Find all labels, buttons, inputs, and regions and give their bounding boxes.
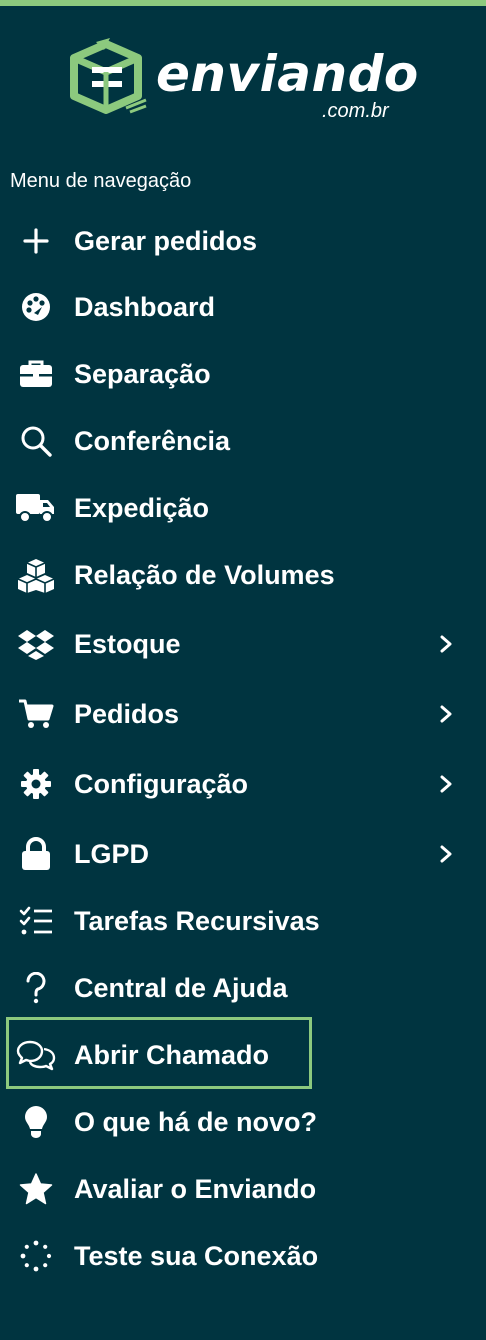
nav-item-estoque[interactable]: Estoque [0, 619, 486, 669]
chevron-right-icon [436, 774, 456, 794]
nav-item-central-de-ajuda[interactable]: Central de Ajuda [0, 963, 486, 1013]
star-icon [16, 1169, 56, 1209]
nav-item-lgpd[interactable]: LGPD [0, 829, 486, 879]
nav-item-label: Separação [74, 359, 211, 389]
nav-item-label: Conferência [74, 426, 231, 456]
lightbulb-icon [16, 1102, 56, 1142]
gear-icon [16, 764, 56, 804]
nav-item-dashboard[interactable]: Dashboard [0, 282, 486, 332]
nav-item-label: Gerar pedidos [74, 226, 258, 256]
cubes-icon [16, 555, 56, 595]
nav-item-label: O que há de novo? [74, 1107, 318, 1137]
nav-item-label: Configuração [74, 769, 249, 799]
spinner-icon [16, 1236, 56, 1276]
nav-title: Menu de navegação [10, 170, 192, 192]
brand-domain-suffix: .com.br [322, 100, 389, 122]
chevron-right-icon [436, 704, 456, 724]
nav-item-o-que-ha-de-novo[interactable]: O que há de novo? [0, 1097, 486, 1147]
chevron-right-icon [436, 844, 456, 864]
nav-item-label: Relação de Volumes [74, 560, 335, 590]
checklist-icon [16, 901, 56, 941]
nav-item-label: Teste sua Conexão [74, 1241, 319, 1271]
nav-item-label: Tarefas Recursivas [74, 906, 320, 936]
highlight-box [6, 1017, 312, 1089]
brand-name: enviando [156, 45, 419, 103]
chevron-right-icon [436, 634, 456, 654]
cart-icon [16, 694, 56, 734]
nav-item-label: Dashboard [74, 292, 216, 322]
nav-item-tarefas-recursivas[interactable]: Tarefas Recursivas [0, 896, 486, 946]
nav-item-pedidos[interactable]: Pedidos [0, 689, 486, 739]
nav-item-label: Pedidos [74, 699, 180, 729]
nav-item-label: Central de Ajuda [74, 973, 288, 1003]
nav-item-teste-sua-conexao[interactable]: Teste sua Conexão [0, 1231, 486, 1281]
lock-icon [16, 834, 56, 874]
nav-item-label: Estoque [74, 629, 181, 659]
logo-box-icon [70, 38, 147, 114]
nav-item-separacao[interactable]: Separação [0, 349, 486, 399]
top-accent-bar [0, 0, 486, 6]
nav-item-avaliar-o-enviando[interactable]: Avaliar o Enviando [0, 1164, 486, 1214]
truck-icon [16, 488, 56, 528]
nav-item-label: LGPD [74, 839, 150, 869]
plus-icon [16, 221, 56, 261]
nav-item-configuracao[interactable]: Configuração [0, 759, 486, 809]
nav-item-relacao-de-volumes[interactable]: Relação de Volumes [0, 550, 486, 600]
nav-item-conferencia[interactable]: Conferência [0, 416, 486, 466]
dropbox-icon [16, 624, 56, 664]
nav-item-gerar-pedidos[interactable]: Gerar pedidos [0, 216, 486, 266]
palette-dashboard-icon [16, 287, 56, 327]
briefcase-icon [16, 354, 56, 394]
nav-item-label: Expedição [74, 493, 210, 523]
brand-logo[interactable]: enviando .com.br [66, 38, 426, 128]
question-icon [16, 968, 56, 1008]
search-icon [16, 421, 56, 461]
nav-item-expedicao[interactable]: Expedição [0, 483, 486, 533]
nav-item-label: Avaliar o Enviando [74, 1174, 317, 1204]
